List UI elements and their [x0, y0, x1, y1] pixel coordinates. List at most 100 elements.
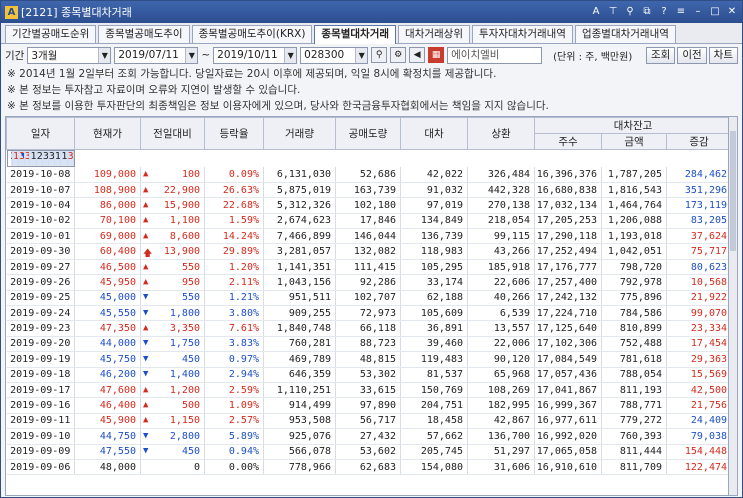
cell-price-value: 46,200 [99, 369, 136, 381]
cell-balance-amount: 1,464,764 [601, 197, 667, 214]
cell-date-value: 2019-10-08 [10, 168, 71, 180]
arrow-up-icon: ▲ [143, 215, 149, 226]
header-volume[interactable]: 거래량 [263, 117, 336, 150]
cell-price-value: 46,400 [99, 400, 136, 412]
table-row[interactable]: 2019-10-10112,500▼3,5003.21%1,857,853285… [6, 150, 75, 167]
header-price[interactable]: 현재가 [74, 117, 141, 150]
tab-5[interactable]: 투자자대차거래내역 [472, 25, 573, 43]
font-size-icon[interactable]: A [590, 6, 602, 18]
cell-date: 2019-09-27 [6, 259, 75, 276]
header-change[interactable]: 전일대비 [140, 117, 205, 150]
table-row[interactable]: 2019-09-06 48,000 0 0.00% 778,966 62,683 154,0… [6, 459, 729, 476]
arrow-up-icon: ▲ [143, 384, 149, 395]
table-row[interactable]: 2019-09-17 47,600 ▲ 1,200 2.59% 1,110,251 33,6… [6, 382, 729, 399]
cell-balance-delta-value: 24,409 [690, 415, 728, 427]
header-short-volume[interactable]: 공매도량 [335, 117, 401, 150]
chart-button[interactable]: 차트 [708, 46, 738, 64]
cell-lending: 33,174 [400, 274, 468, 291]
link-icon[interactable]: ⚲ [624, 6, 636, 18]
tab-3[interactable]: 종목별대차거래 [314, 25, 397, 44]
header-date[interactable]: 일자 [6, 117, 75, 150]
cell-lending: 136,739 [400, 228, 468, 245]
table-row[interactable]: 2019-10-02 70,100 ▲ 1,100 1.59% 2,674,623 17,8… [6, 213, 729, 230]
table-row[interactable]: 2019-09-16 46,400 ▲ 500 1.09% 914,499 97,890 20… [6, 397, 729, 414]
tab-4[interactable]: 대차거래상위 [398, 25, 471, 43]
header-lending[interactable]: 대차 [400, 117, 468, 150]
cell-date: 2019-09-06 [6, 459, 75, 476]
table-row[interactable]: 2019-09-26 45,950 ▲ 950 2.11% 1,043,156 92,286… [6, 274, 729, 291]
cell-volume-value: 5,312,326 [276, 199, 331, 211]
limit-up-icon: 🡅 [143, 249, 153, 260]
scrollbar-thumb[interactable] [730, 131, 736, 251]
table-row[interactable]: 2019-10-01 69,000 ▲ 8,600 14.24% 7,466,899 146… [6, 228, 729, 245]
query-button[interactable]: 조회 [646, 46, 676, 64]
cell-balance-amount-value: 798,720 [619, 261, 662, 273]
table-row[interactable]: 2019-09-23 47,350 ▲ 3,350 7.61% 1,840,748 66,1… [6, 320, 729, 337]
tab-2[interactable]: 종목별공매도추이(KRX) [191, 25, 313, 43]
table-row[interactable]: 2019-10-04 86,000 ▲ 15,900 22.68% 5,312,326 10… [6, 197, 729, 214]
tab-1[interactable]: 종목별공매도추이 [98, 25, 190, 43]
stock-code-field[interactable]: 028300 ▼ [300, 46, 369, 64]
chevron-down-icon[interactable]: ▼ [98, 47, 111, 63]
cell-price-value: 108,900 [93, 184, 136, 196]
cell-balance-amount-value: 760,393 [619, 430, 662, 442]
table-row[interactable]: 2019-09-20 44,000 ▼ 1,750 3.83% 760,281 88,723… [6, 336, 729, 353]
vertical-scrollbar[interactable] [728, 116, 738, 496]
cell-repayment-value: 42,867 [493, 415, 530, 427]
cell-balance-shares-value: 16,977,611 [536, 415, 597, 427]
market-icon[interactable]: ▦ [428, 47, 445, 63]
table-row[interactable]: 2019-09-11 45,900 ▲ 1,150 2.57% 953,508 56,717… [6, 413, 729, 430]
tab-6[interactable]: 업종별대차거래내역 [574, 25, 676, 43]
stock-name-field[interactable]: 에이치엘비 [447, 46, 543, 64]
cell-balance-delta: 173,119 [666, 197, 729, 214]
table-row[interactable]: 2019-09-25 45,000 ▼ 550 1.21% 951,511 102,707 6… [6, 290, 729, 307]
menu-icon[interactable]: ≡ [675, 6, 687, 18]
table-row[interactable]: 2019-10-07 108,900 ▲ 22,900 26.63% 5,875,019 1… [6, 182, 729, 199]
chevron-down-icon[interactable]: ▼ [355, 47, 368, 63]
cell-volume: 909,255 [263, 305, 336, 322]
settings-icon[interactable]: ⚙ [390, 47, 407, 63]
cell-balance-amount-value: 811,193 [619, 384, 662, 396]
cell-repayment-value: 136,700 [487, 430, 530, 442]
cell-rate: 1.59% [204, 213, 264, 230]
cell-price-value: 47,350 [99, 323, 136, 335]
cell-balance-amount-value: 1,193,018 [607, 230, 662, 242]
period-select[interactable]: 3개월 ▼ [27, 46, 112, 64]
table-row[interactable]: 2019-10-08 109,000 ▲ 100 0.09% 6,131,030 52,68… [6, 167, 729, 183]
table-row[interactable]: 2019-09-18 46,200 ▼ 1,400 2.94% 646,359 53,302… [6, 367, 729, 383]
cell-short-volume: 53,602 [335, 444, 401, 460]
table-row[interactable]: 2019-09-30 60,400 🡅 13,900 29.89% 3,281,057 13… [6, 243, 729, 260]
cell-price: 47,350 [74, 320, 141, 337]
help-icon[interactable]: ? [658, 6, 670, 18]
prev-button[interactable]: 이전 [677, 46, 707, 64]
cell-balance-shares-value: 17,257,400 [536, 276, 597, 288]
cell-date-value: 2019-09-19 [10, 353, 71, 365]
table-row[interactable]: 2019-09-10 44,750 ▼ 2,800 5.89% 925,076 27,432… [6, 428, 729, 445]
header-balance-shares[interactable]: 주수 [534, 133, 602, 150]
cell-date: 2019-09-11 [6, 413, 75, 430]
maximize-icon[interactable]: □ [709, 6, 721, 18]
pin-icon[interactable]: ⊤ [607, 6, 619, 18]
table-row[interactable]: 2019-09-27 46,500 ▲ 550 1.20% 1,141,351 111,41… [6, 259, 729, 276]
table-row[interactable]: 2019-09-24 45,550 ▼ 1,800 3.80% 909,255 72,973… [6, 305, 729, 322]
tab-0[interactable]: 기간별공매도순위 [5, 25, 97, 43]
calendar-dropdown-icon[interactable]: ▼ [284, 47, 297, 63]
header-rate[interactable]: 등락율 [204, 117, 264, 150]
header-balance-amount[interactable]: 금액 [601, 133, 667, 150]
minimize-icon[interactable]: – [692, 6, 704, 18]
table-row[interactable]: 2019-09-09 47,550 ▼ 450 0.94% 566,078 53,602 20… [6, 444, 729, 460]
header-balance-delta[interactable]: 증감 [665, 133, 729, 150]
cell-change-value: 1,750 [169, 338, 200, 350]
end-date-field[interactable]: 2019/10/11 ▼ [213, 46, 298, 64]
new-window-icon[interactable]: ⧉ [641, 6, 653, 18]
calendar-dropdown-icon[interactable]: ▼ [185, 47, 198, 63]
cell-balance-delta: 42,500 [666, 382, 729, 399]
cell-short-volume-value: 17,846 [359, 215, 396, 227]
close-icon[interactable]: ✕ [726, 6, 738, 18]
header-repayment[interactable]: 상환 [467, 117, 535, 150]
start-date-field[interactable]: 2019/07/11 ▼ [114, 46, 199, 64]
cell-lending-value: 33,174 [426, 276, 463, 288]
search-icon[interactable]: ⚲ [371, 47, 388, 63]
table-row[interactable]: 2019-09-19 45,750 ▼ 450 0.97% 469,789 48,815 11… [6, 351, 729, 368]
speaker-icon[interactable]: ◀ [409, 47, 426, 63]
